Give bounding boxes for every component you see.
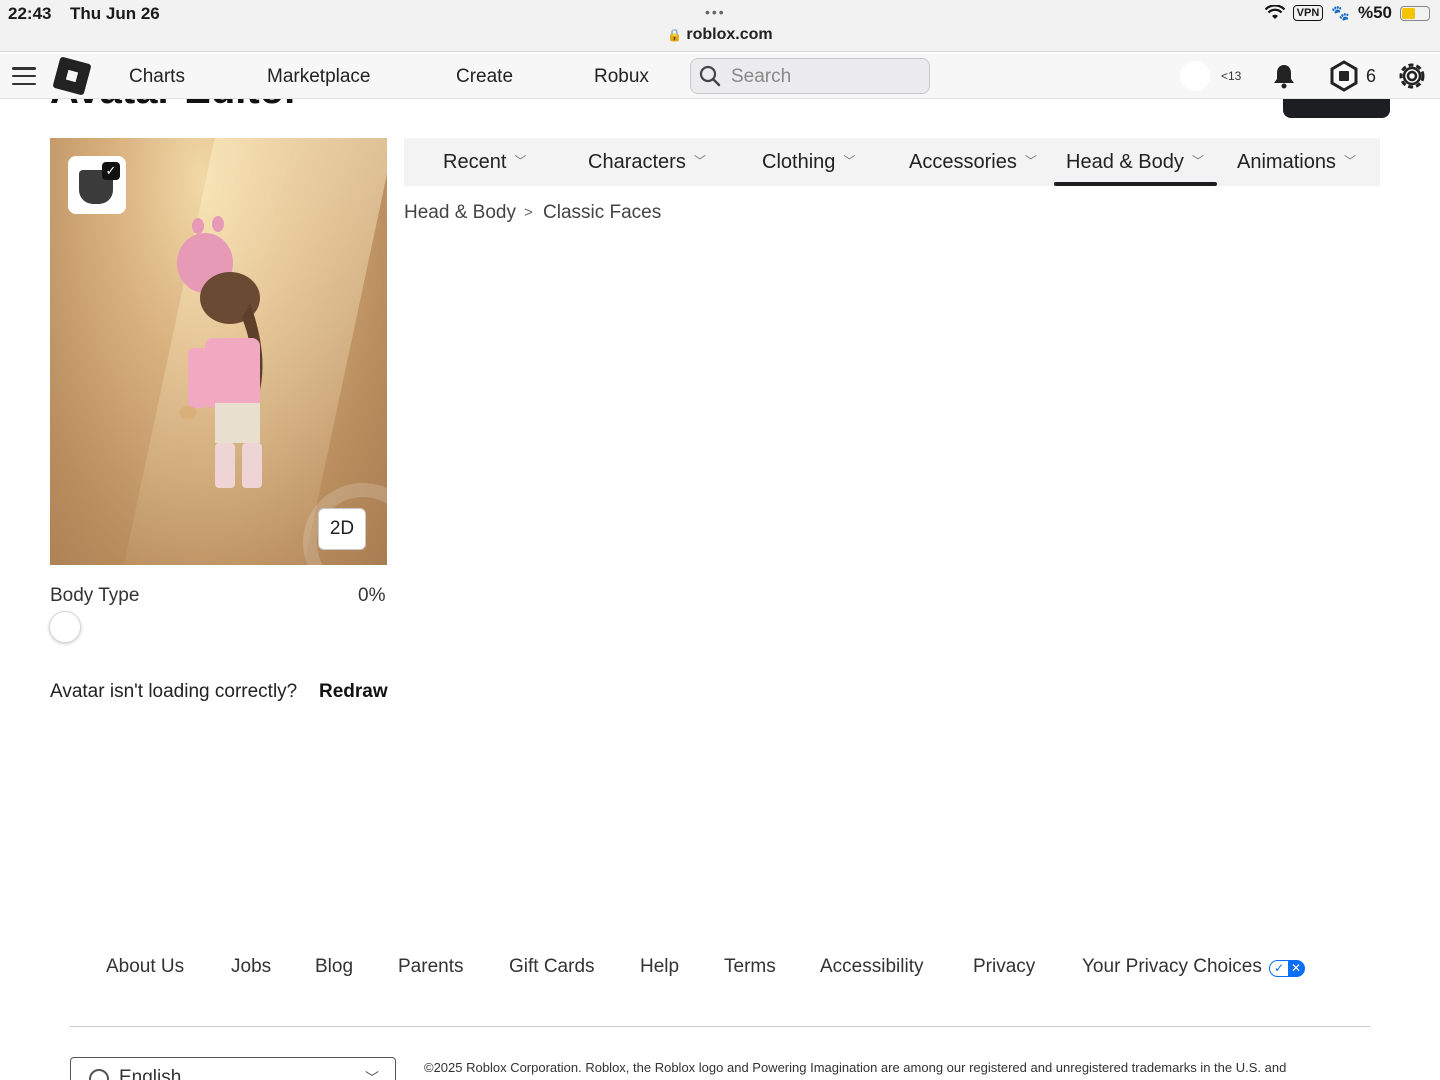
body-type-label: Body Type	[50, 585, 140, 606]
tab-clothing[interactable]: Clothing ﹀	[762, 151, 855, 174]
tab-label: Accessories	[909, 151, 1017, 173]
gear-icon[interactable]	[1396, 60, 1428, 92]
chevron-down-icon: ﹀	[1343, 154, 1356, 168]
url-text: roblox.com	[686, 26, 773, 43]
roblox-logo-icon[interactable]	[52, 56, 92, 96]
footer-about-us[interactable]: About Us	[106, 956, 184, 978]
body-type-slider-thumb[interactable]	[49, 611, 81, 643]
footer-parents[interactable]: Parents	[398, 956, 463, 978]
wifi-icon	[1264, 5, 1285, 19]
breadcrumb-parent[interactable]: Head & Body	[404, 202, 516, 224]
footer-terms[interactable]: Terms	[724, 956, 776, 978]
tab-label: Clothing	[762, 151, 836, 173]
account-avatar[interactable]	[1180, 61, 1210, 91]
footer-jobs[interactable]: Jobs	[231, 956, 271, 978]
redraw-question: Avatar isn't loading correctly?	[50, 681, 298, 702]
chevron-down-icon: ﹀	[514, 154, 527, 168]
breadcrumb-current: Classic Faces	[543, 202, 662, 223]
avatar-preview[interactable]: ✓ 2D	[50, 138, 387, 565]
language-value: English	[119, 1067, 182, 1080]
chevron-down-icon: ﹀	[1191, 154, 1204, 168]
toggle-2d-button[interactable]: 2D	[318, 508, 366, 550]
status-date: Thu Jun 26	[70, 4, 160, 23]
chevron-down-icon: ﹀	[693, 154, 706, 168]
robux-icon[interactable]	[1328, 60, 1360, 92]
breadcrumb-separator: >	[524, 204, 533, 221]
nav-robux[interactable]: Robux	[594, 66, 649, 88]
footer-accessibility[interactable]: Accessibility	[820, 956, 923, 978]
active-tab-indicator	[1054, 182, 1217, 186]
browser-menu-dots[interactable]: •••	[705, 4, 726, 20]
battery-icon	[1400, 5, 1430, 21]
nav-create[interactable]: Create	[456, 66, 513, 88]
top-navigation: Charts Marketplace Create Robux Search <…	[0, 53, 1440, 99]
search-input[interactable]: Search	[690, 58, 930, 94]
tab-label: Characters	[588, 151, 686, 173]
copyright-text: ©2025 Roblox Corporation. Roblox, the Ro…	[424, 1060, 1287, 1075]
robux-balance[interactable]: 6	[1366, 66, 1376, 87]
footer-privacy-choices[interactable]: Your Privacy Choices	[1082, 956, 1262, 978]
search-icon	[699, 65, 721, 87]
ios-status-bar: 22:43 Thu Jun 26 ••• 🔒 roblox.com VPN 🐾 %…	[0, 0, 1440, 52]
equipped-item-thumbnail[interactable]: ✓	[68, 156, 126, 214]
avatar-figure	[177, 216, 263, 488]
body-type-value: 0%	[358, 585, 386, 606]
status-time: 22:43	[8, 4, 52, 23]
checkmark-icon: ✓	[102, 162, 120, 180]
footer-privacy[interactable]: Privacy	[973, 956, 1035, 978]
footer-gift-cards[interactable]: Gift Cards	[509, 956, 595, 978]
tab-characters[interactable]: Characters ﹀	[588, 151, 706, 174]
tab-head-body[interactable]: Head & Body ﹀	[1066, 151, 1204, 174]
tab-label: Recent	[443, 151, 507, 173]
tab-recent[interactable]: Recent ﹀	[443, 151, 526, 174]
footer-blog[interactable]: Blog	[315, 956, 353, 978]
redraw-link[interactable]: Redraw	[319, 681, 388, 703]
footer-divider	[70, 1026, 1370, 1027]
paw-icon: 🐾	[1331, 5, 1350, 22]
chevron-down-icon: ﹀	[843, 154, 856, 168]
footer-help[interactable]: Help	[640, 956, 679, 978]
tab-label: Animations	[1237, 151, 1336, 173]
privacy-choices-icon[interactable]: ✓ ✕	[1269, 960, 1305, 977]
nav-charts[interactable]: Charts	[129, 66, 185, 88]
address-bar[interactable]: 🔒 roblox.com	[0, 26, 1440, 44]
tab-animations[interactable]: Animations ﹀	[1237, 151, 1356, 174]
bell-icon[interactable]	[1270, 62, 1298, 90]
tab-label: Head & Body	[1066, 151, 1184, 173]
status-indicators: VPN 🐾 %50	[1264, 3, 1430, 23]
category-tabs: Recent ﹀ Characters ﹀ Clothing ﹀ Accessorie…	[404, 138, 1380, 186]
language-select[interactable]: English ﹀	[70, 1057, 396, 1080]
battery-percent: %50	[1357, 3, 1392, 22]
hamburger-icon[interactable]	[12, 67, 36, 85]
nav-marketplace[interactable]: Marketplace	[267, 66, 371, 88]
search-placeholder: Search	[731, 66, 792, 87]
age-label: <13	[1221, 69, 1242, 83]
lock-icon: 🔒	[667, 28, 683, 42]
tab-accessories[interactable]: Accessories ﹀	[909, 151, 1037, 174]
vpn-badge: VPN	[1292, 5, 1324, 21]
globe-icon	[89, 1069, 109, 1080]
chevron-down-icon: ﹀	[365, 1070, 379, 1080]
body-type-slider-track[interactable]	[64, 626, 386, 628]
chevron-down-icon: ﹀	[1024, 154, 1037, 168]
